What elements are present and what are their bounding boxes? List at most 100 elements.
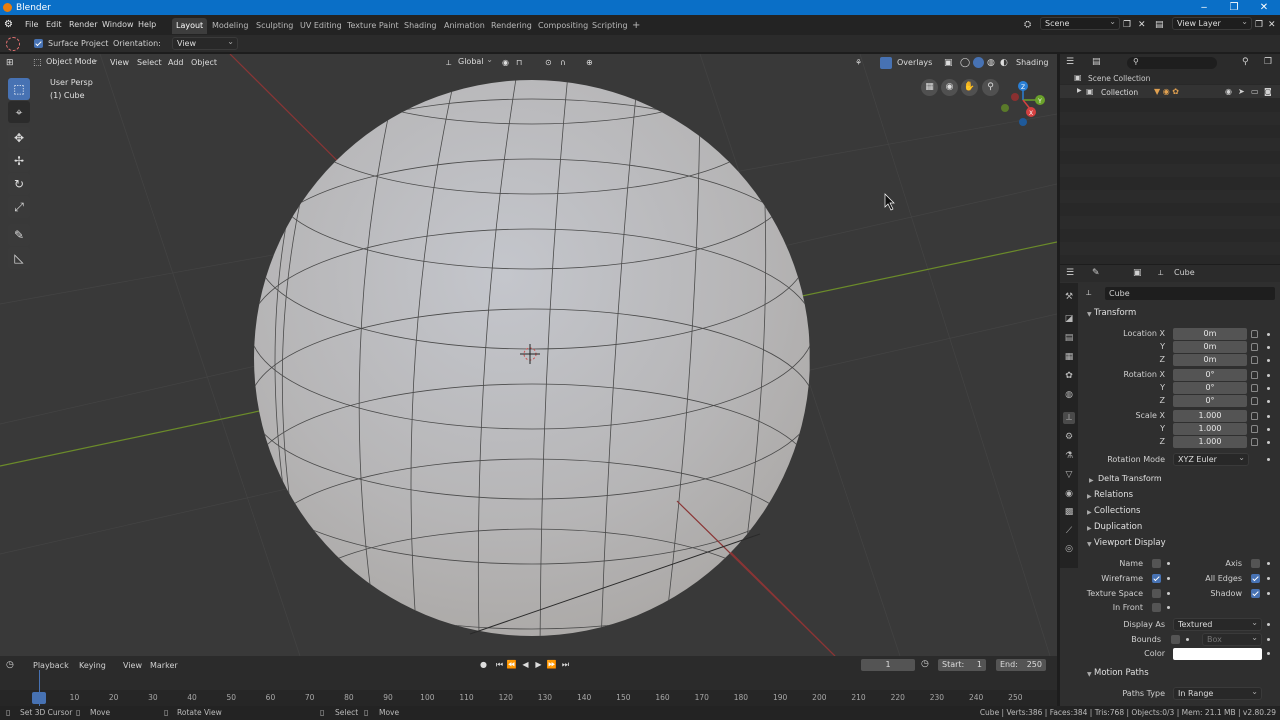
viewport-menu-view[interactable]: View (110, 58, 129, 67)
display-name-checkbox[interactable] (1152, 559, 1161, 568)
cursor-tool[interactable]: ⌖ (8, 101, 30, 123)
viewport-menu-add[interactable]: Add (168, 58, 184, 67)
menu-edit[interactable]: Edit (46, 18, 62, 32)
keyframe-dot-icon[interactable] (1267, 387, 1270, 390)
rotation-mode-dropdown[interactable]: XYZ Euler (1173, 452, 1249, 466)
shadow-checkbox[interactable] (1251, 589, 1260, 598)
jump-start-button[interactable]: ⏮ (494, 659, 505, 670)
scale-y-field[interactable]: 1.000 (1173, 423, 1247, 435)
relations-panel-header[interactable]: Relations (1094, 490, 1133, 500)
keyframe-dot-icon[interactable] (1267, 374, 1270, 377)
keyframe-dot-icon[interactable] (1267, 458, 1270, 461)
overlays-dropdown[interactable]: Overlays (897, 58, 932, 67)
collection-label[interactable]: Collection (1101, 88, 1138, 97)
tab-texture-paint[interactable]: Texture Paint (343, 18, 403, 34)
object-name-field[interactable]: Cube (1105, 287, 1275, 300)
delete-view-layer-icon[interactable]: ✕ (1268, 18, 1276, 32)
pin-icon[interactable]: ✎ (1092, 268, 1100, 278)
keyframe-dot-icon[interactable] (1267, 638, 1270, 641)
rotation-y-field[interactable]: 0° (1173, 382, 1247, 394)
rotate-tool[interactable]: ↻ (8, 173, 30, 195)
keyframe-dot-icon[interactable] (1267, 623, 1270, 626)
orientation-dropdown[interactable]: View (172, 36, 238, 50)
lock-icon[interactable] (1251, 397, 1258, 405)
play-reverse-button[interactable]: ◀ (520, 659, 531, 670)
tab-modeling[interactable]: Modeling (208, 18, 252, 34)
measure-tool[interactable]: ◺ (8, 247, 30, 269)
move-icon-tool[interactable]: ✢ (8, 150, 30, 172)
keyframe-dot-icon[interactable] (1267, 359, 1270, 362)
keyframe-dot-icon[interactable] (1167, 577, 1170, 580)
render-tab-icon[interactable]: ◪ (1063, 313, 1075, 325)
menu-file[interactable]: File (25, 18, 38, 32)
motion-paths-panel-header[interactable]: Motion Paths (1094, 668, 1149, 678)
tab-sculpting[interactable]: Sculpting (252, 18, 297, 34)
xray-icon[interactable]: ▣ (944, 58, 953, 68)
material-shading-icon[interactable]: ◍ (987, 58, 995, 68)
object-tab-icon[interactable]: ⟂ (1063, 412, 1075, 424)
keyframe-dot-icon[interactable] (1267, 592, 1270, 595)
keyframe-dot-icon[interactable] (1186, 638, 1189, 641)
keyframe-dot-icon[interactable] (1167, 562, 1170, 565)
expand-arrow-icon[interactable]: ▶ (1077, 87, 1082, 94)
particles-tab-icon[interactable]: ⚗ (1063, 450, 1075, 462)
delete-scene-icon[interactable]: ✕ (1138, 18, 1146, 32)
scene-tab-icon[interactable]: ✿ (1063, 370, 1075, 382)
physics-tab-icon[interactable]: ▽ (1063, 469, 1075, 481)
view-layer-icon[interactable]: ▤ (1155, 18, 1164, 32)
lock-icon[interactable] (1251, 438, 1258, 446)
start-frame-field[interactable]: Start: 1 (938, 659, 986, 671)
minimize-button[interactable]: ‒ (1189, 0, 1219, 15)
collections-panel-header[interactable]: Collections (1094, 506, 1140, 516)
timeline-editor-icon[interactable]: ◷ (6, 660, 14, 670)
menu-help[interactable]: Help (138, 18, 156, 32)
keyframe-dot-icon[interactable] (1167, 592, 1170, 595)
select-box-tool[interactable]: ⬚ (8, 78, 30, 100)
lock-icon[interactable] (1251, 330, 1258, 338)
jump-end-button[interactable]: ⏭ (560, 659, 571, 670)
keyframe-dot-icon[interactable] (1167, 606, 1170, 609)
texture-tab-icon[interactable]: ◎ (1063, 543, 1075, 555)
overlays-toggle-icon[interactable] (880, 57, 892, 69)
toggle-camera-icon[interactable]: ▦ (921, 79, 938, 96)
modifiers-tab-icon[interactable]: ⚙ (1063, 431, 1075, 443)
world-tab-icon[interactable]: ◍ (1063, 389, 1075, 401)
annotate-tool[interactable]: ✎ (8, 224, 30, 246)
scale-x-field[interactable]: 1.000 (1173, 410, 1247, 422)
scale-z-field[interactable]: 1.000 (1173, 436, 1247, 448)
tab-scripting[interactable]: Scripting (588, 18, 632, 34)
tab-uv-editing[interactable]: UV Editing (296, 18, 346, 34)
lock-icon[interactable] (1251, 356, 1258, 364)
keyframe-dot-icon[interactable] (1267, 652, 1270, 655)
outliner-search-input[interactable] (1127, 57, 1217, 69)
keyframe-dot-icon[interactable] (1267, 428, 1270, 431)
rendered-shading-icon[interactable]: ◐ (1000, 58, 1008, 68)
surface-project-checkbox[interactable] (34, 39, 43, 48)
keyframe-dot-icon[interactable] (1267, 441, 1270, 444)
tab-layout[interactable]: Layout (172, 18, 208, 34)
mode-dropdown[interactable]: Object Mode (42, 54, 102, 69)
scene-collection-label[interactable]: Scene Collection (1088, 74, 1150, 83)
timeline-menu-keying[interactable]: Keying (79, 661, 106, 670)
keyframe-dot-icon[interactable] (1267, 562, 1270, 565)
tab-animation[interactable]: Animation (440, 18, 489, 34)
duplication-panel-header[interactable]: Duplication (1094, 522, 1142, 532)
keyframe-dot-icon[interactable] (1267, 400, 1270, 403)
visibility-icon[interactable]: ⚘ (855, 58, 862, 67)
tab-compositing[interactable]: Compositing (534, 18, 592, 34)
display-mode-icon[interactable]: ▤ (1092, 57, 1101, 67)
view-layer-tab-icon[interactable]: ▦ (1063, 351, 1075, 363)
tab-shading[interactable]: Shading (400, 18, 441, 34)
texture-space-checkbox[interactable] (1152, 589, 1161, 598)
pivot-icon[interactable]: ◉ (502, 58, 509, 67)
location-x-field[interactable]: 0m (1173, 328, 1247, 340)
tab-rendering[interactable]: Rendering (487, 18, 536, 34)
constraints-tab-icon[interactable]: ◉ (1063, 488, 1075, 500)
all-edges-checkbox[interactable] (1251, 574, 1260, 583)
close-button[interactable]: ✕ (1249, 0, 1279, 15)
new-view-layer-icon[interactable]: ❐ (1255, 18, 1263, 32)
display-color-swatch[interactable] (1173, 648, 1262, 660)
lock-icon[interactable] (1251, 425, 1258, 433)
new-scene-icon[interactable]: ❐ (1123, 18, 1131, 32)
pan-hand-icon[interactable]: ✋ (961, 79, 978, 96)
